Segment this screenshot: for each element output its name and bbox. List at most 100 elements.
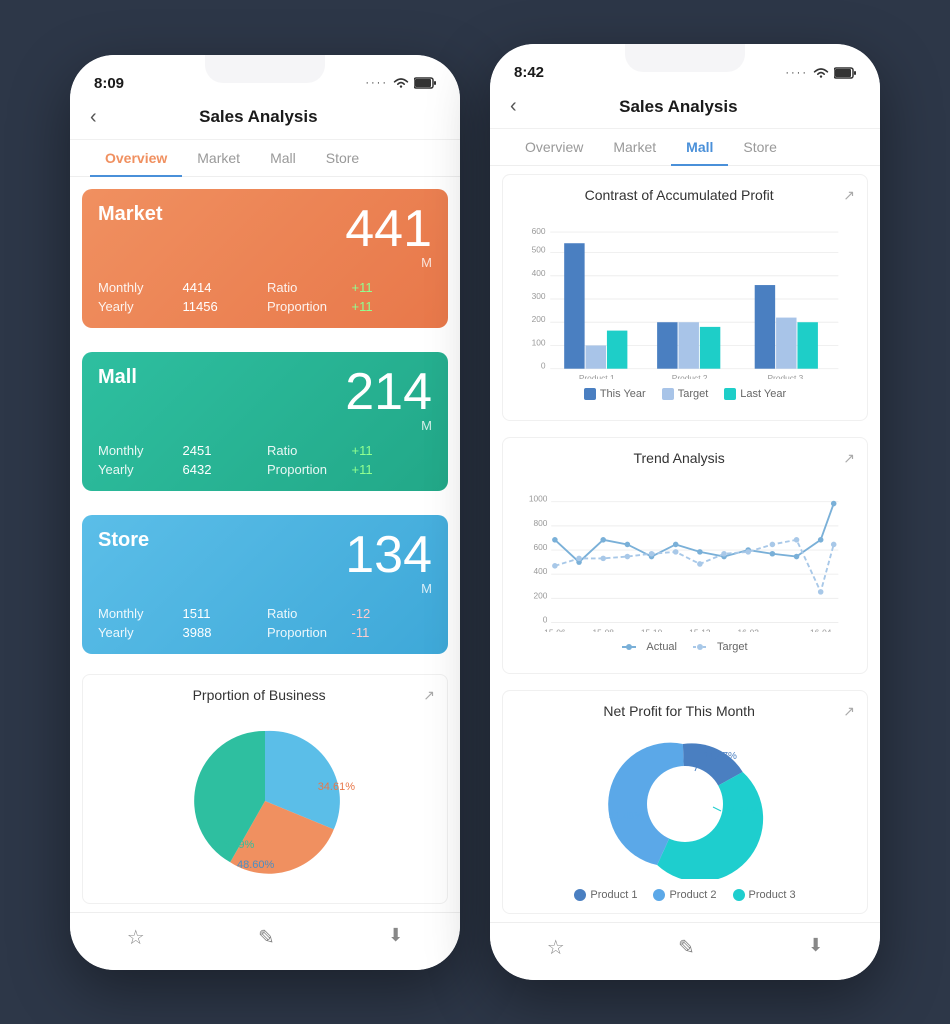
phone-left: 8:09 ···· ‹: [70, 55, 460, 970]
pie-label-green: 16.79%: [217, 839, 254, 851]
market-value-wrap: 441 M: [345, 203, 432, 270]
svg-text:100: 100: [532, 337, 546, 347]
svg-text:1000: 1000: [529, 494, 548, 504]
store-value-wrap: 134 M: [345, 529, 432, 596]
mall-ratio-label: Ratio: [267, 443, 348, 458]
legend-actual-label: Actual: [646, 641, 677, 653]
legend-target-line: Target: [693, 641, 748, 653]
phone2-tab-mall[interactable]: Mall: [671, 129, 728, 165]
svg-text:41.49%: 41.49%: [609, 811, 643, 822]
market-card: Market 441 M Monthly 4414 Ratio +11 Year…: [82, 189, 448, 328]
legend-target-label: Target: [678, 388, 709, 400]
pie-label-orange: 34.61%: [318, 781, 355, 793]
phone-right: 8:42 ···· ‹: [490, 44, 880, 980]
pie-chart-section: Prportion of Business ↗ 34.61%: [82, 674, 448, 904]
market-ratio-label: Ratio: [267, 280, 348, 295]
phone2-notch: [625, 44, 745, 72]
phone2-tab-store[interactable]: Store: [728, 129, 791, 165]
phone1-status-icons: ····: [365, 77, 436, 89]
bar-expand-icon[interactable]: ↗: [843, 187, 855, 204]
phone1-tab-overview[interactable]: Overview: [90, 140, 182, 176]
donut-svg: 24.47% 34.04% 41.49%: [595, 729, 775, 879]
pie-expand-icon[interactable]: ↗: [423, 687, 435, 704]
store-monthly-val: 1511: [183, 606, 264, 621]
donut-legend-p2: Product 2: [653, 889, 716, 901]
store-proportion-label: Proportion: [267, 625, 348, 640]
line-expand-icon[interactable]: ↗: [843, 450, 855, 467]
svg-text:300: 300: [532, 291, 546, 301]
phone1-tab-mall[interactable]: Mall: [255, 140, 311, 176]
mall-value: 214: [345, 366, 432, 418]
svg-text:Product 3: Product 3: [767, 373, 803, 379]
phone2-header: ‹ Sales Analysis: [490, 85, 880, 129]
market-yearly-val: 11456: [183, 299, 264, 314]
phone1-tab-store[interactable]: Store: [311, 140, 374, 176]
line-chart-section: Trend Analysis ↗ 0 200 400 600 800 1000: [502, 437, 868, 674]
phone2-back-button[interactable]: ‹: [510, 95, 517, 118]
phone2-nav-edit[interactable]: ✎: [678, 935, 695, 960]
market-proportion-val: +11: [352, 299, 433, 314]
mall-yearly-val: 6432: [183, 462, 264, 477]
pie-label-blue: 48.60%: [237, 859, 274, 871]
store-card: Store 134 M Monthly 1511 Ratio -12 Yearl…: [82, 515, 448, 654]
svg-text:24.47%: 24.47%: [703, 751, 737, 762]
phone2-bottom-nav: ☆ ✎ ⬇: [490, 922, 880, 980]
mall-ratio-val: +11: [352, 443, 433, 458]
phone1-nav-edit[interactable]: ✎: [258, 925, 275, 950]
phone2-page-title: Sales Analysis: [527, 97, 830, 117]
phone1-bottom-nav: ☆ ✎ ⬇: [70, 912, 460, 970]
donut-p1-label: Product 1: [590, 889, 637, 901]
svg-text:200: 200: [532, 314, 546, 324]
svg-text:Product 1: Product 1: [579, 373, 615, 379]
legend-last-year: Last Year: [724, 388, 786, 400]
phone1-notch-area: 8:09 ····: [70, 55, 460, 96]
donut-legend-p1: Product 1: [574, 889, 637, 901]
phone2-tab-overview[interactable]: Overview: [510, 129, 598, 165]
svg-text:15-12: 15-12: [689, 628, 711, 632]
legend-this-year-label: This Year: [600, 388, 646, 400]
market-proportion-label: Proportion: [267, 299, 348, 314]
mall-proportion-val: +11: [352, 462, 433, 477]
donut-p2-label: Product 2: [669, 889, 716, 901]
phone2-status-icons: ····: [785, 67, 856, 79]
phone1-nav-star[interactable]: ☆: [127, 925, 145, 950]
mall-proportion-label: Proportion: [267, 462, 348, 477]
legend-target-dot: [662, 388, 674, 400]
phone1-back-button[interactable]: ‹: [90, 106, 97, 129]
store-unit: M: [345, 581, 432, 596]
line-chart-title: Trend Analysis ↗: [515, 450, 855, 466]
svg-text:400: 400: [533, 566, 547, 576]
phone1-tab-market[interactable]: Market: [182, 140, 255, 176]
phone2-tabs: Overview Market Mall Store: [490, 129, 880, 166]
svg-text:34.04%: 34.04%: [725, 806, 759, 817]
phone1-tabs: Overview Market Mall Store: [70, 140, 460, 177]
phone1-nav-download[interactable]: ⬇: [388, 925, 403, 950]
mall-stats: Monthly 2451 Ratio +11 Yearly 6432 Propo…: [98, 443, 432, 477]
mall-card-top: Mall 214 M: [98, 366, 432, 433]
legend-last-year-label: Last Year: [740, 388, 786, 400]
legend-actual: Actual: [622, 641, 677, 653]
pie-container: 34.61% 16.79% 48.60%: [95, 711, 435, 891]
phone1-notch: [205, 55, 325, 83]
donut-legend: Product 1 Product 2 Product 3: [515, 889, 855, 901]
donut-expand-icon[interactable]: ↗: [843, 703, 855, 720]
phone2-tab-market[interactable]: Market: [598, 129, 671, 165]
store-monthly-label: Monthly: [98, 606, 179, 621]
phone1-page-title: Sales Analysis: [107, 107, 410, 127]
phone1-time: 8:09: [94, 75, 124, 92]
donut-container: 24.47% 34.04% 41.49%: [515, 729, 855, 879]
legend-target-line-label: Target: [717, 641, 748, 653]
legend-this-year-dot: [584, 388, 596, 400]
phone2-nav-download[interactable]: ⬇: [808, 935, 823, 960]
phone2-dots-icon: ····: [785, 67, 808, 79]
svg-text:16-04: 16-04: [810, 628, 832, 632]
donut-legend-p3: Product 3: [733, 889, 796, 901]
market-card-top: Market 441 M: [98, 203, 432, 270]
legend-this-year: This Year: [584, 388, 646, 400]
market-label: Market: [98, 203, 162, 226]
phone2-nav-star[interactable]: ☆: [547, 935, 565, 960]
phone1-wifi-icon: [393, 77, 409, 89]
svg-text:600: 600: [532, 226, 546, 236]
store-value: 134: [345, 529, 432, 581]
phone2-content: ‹ Sales Analysis Overview Market Mall St…: [490, 85, 880, 980]
